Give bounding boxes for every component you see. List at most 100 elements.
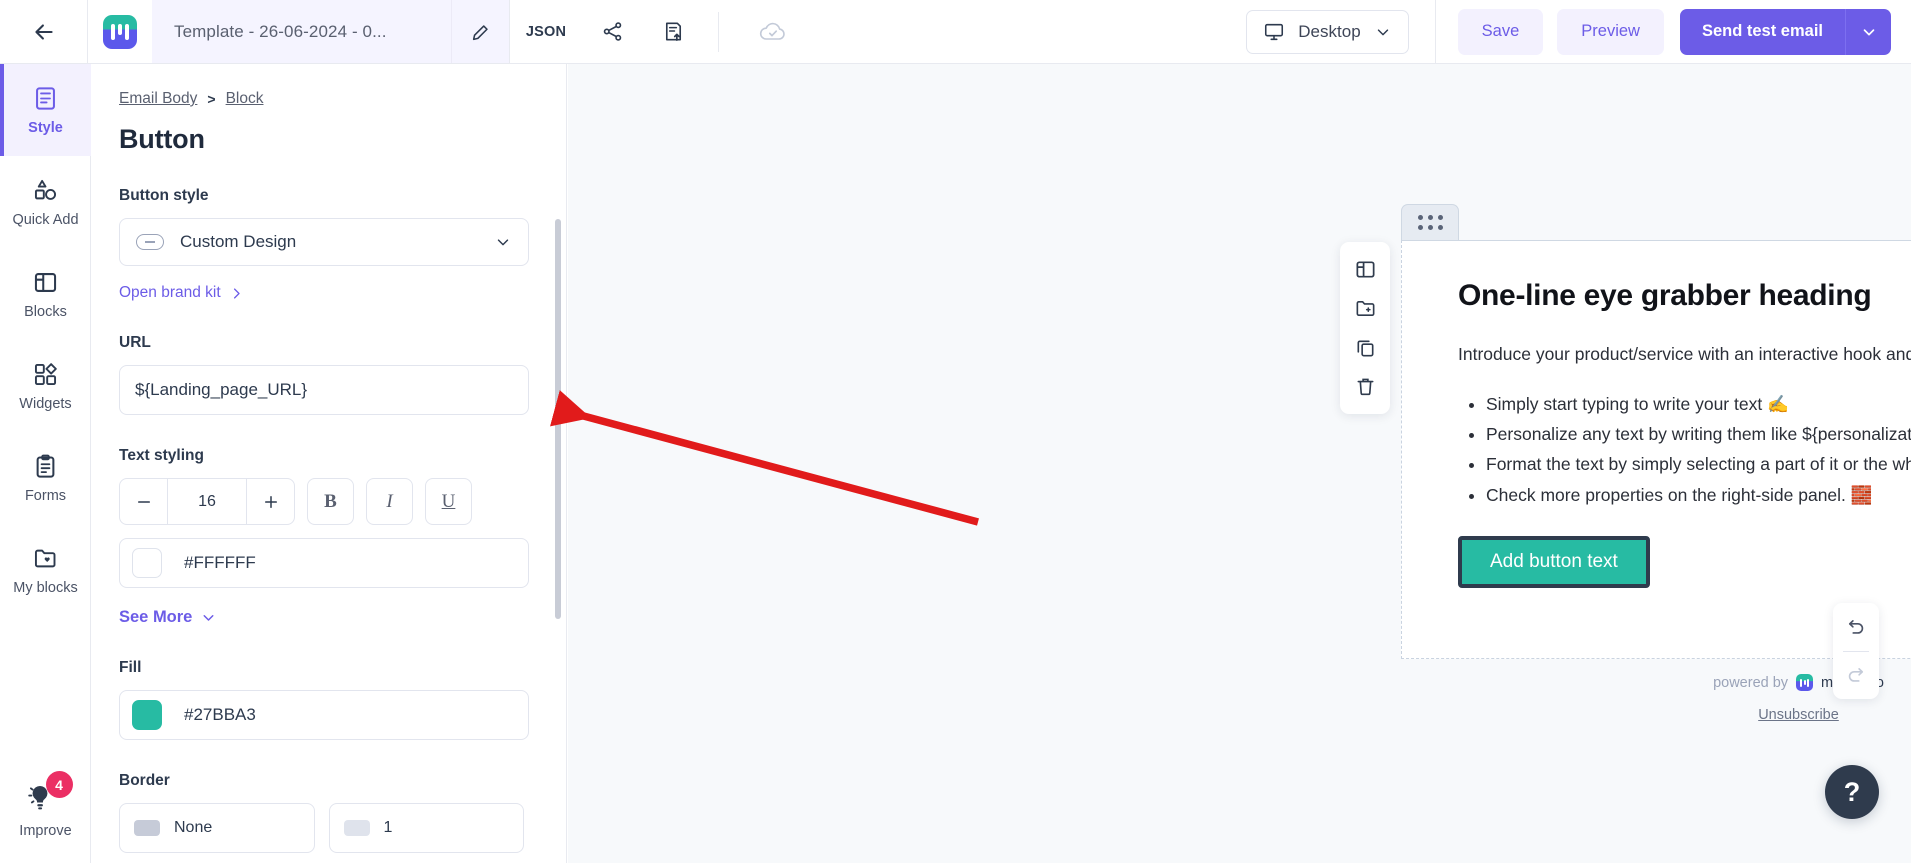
device-preview-select[interactable]: Desktop	[1246, 9, 1409, 54]
breadcrumb-block[interactable]: Block	[226, 90, 264, 108]
save-block-tool-button[interactable]	[1343, 289, 1387, 328]
sidebar-item-style[interactable]: Style	[0, 64, 91, 156]
redo-icon	[1848, 668, 1864, 682]
border-style-value: None	[174, 819, 213, 836]
widgets-grid-icon	[34, 362, 57, 385]
see-more-label: See More	[119, 608, 193, 626]
list-item[interactable]: Simply start typing to write your text ✍…	[1486, 389, 1911, 419]
chevron-right-icon	[233, 287, 240, 299]
json-button[interactable]: JSON	[510, 0, 582, 63]
list-item[interactable]: Format the text by simply selecting a pa…	[1486, 449, 1911, 479]
text-styling-controls: 16 B I U	[119, 478, 524, 525]
open-brand-kit-link[interactable]: Open brand kit	[119, 284, 524, 302]
undo-icon	[1848, 620, 1864, 634]
template-title: Template - 26-06-2024 - 0...	[174, 21, 387, 41]
block-drag-handle[interactable]	[1401, 204, 1459, 240]
sidebar-item-label: Forms	[24, 487, 67, 504]
unsubscribe-link[interactable]: Unsubscribe	[1758, 707, 1839, 723]
email-template-editor: Template - 26-06-2024 - 0... JSON Deskto…	[0, 0, 1911, 863]
mailmodo-logo[interactable]	[88, 0, 152, 63]
duplicate-tool-button[interactable]	[1343, 328, 1387, 367]
font-size-increase-button[interactable]	[246, 479, 294, 524]
sidebar-item-quick-add[interactable]: Quick Add	[0, 156, 91, 248]
template-title-chip[interactable]: Template - 26-06-2024 - 0...	[152, 0, 452, 63]
list-item[interactable]: Personalize any text by writing them lik…	[1486, 419, 1911, 449]
fill-color-value: #27BBA3	[184, 705, 256, 724]
shapes-icon	[34, 179, 57, 200]
email-paragraph[interactable]: Introduce your product/service with an i…	[1458, 341, 1911, 367]
improve-icon-wrap: 4	[25, 771, 73, 814]
text-styling-label: Text styling	[119, 447, 204, 464]
save-button[interactable]: Save	[1457, 8, 1544, 55]
button-style-select[interactable]: Custom Design	[119, 218, 529, 266]
export-button[interactable]	[642, 0, 704, 63]
see-more-toggle[interactable]: See More	[119, 608, 524, 627]
sidebar-item-label: My blocks	[13, 579, 78, 596]
email-block-card[interactable]: One-line eye grabber heading Introduce y…	[1401, 240, 1911, 659]
layout-icon	[1355, 261, 1375, 278]
text-color-input[interactable]: #FFFFFF	[119, 538, 529, 588]
logo-square	[103, 14, 137, 49]
back-button[interactable]	[0, 0, 88, 63]
border-width-value: 1	[383, 819, 393, 836]
drag-dots-handle	[1417, 215, 1443, 230]
save-to-folder-icon	[1356, 300, 1374, 317]
trash-icon	[1356, 378, 1374, 396]
topbar-actions: Desktop Save Preview Send test email	[1246, 0, 1911, 63]
open-brand-kit-label: Open brand kit	[119, 284, 221, 301]
delete-tool-button[interactable]	[1343, 367, 1387, 406]
fill-color-swatch[interactable]	[132, 700, 162, 730]
border-style-select[interactable]: None	[119, 803, 315, 853]
plus-icon	[264, 495, 277, 508]
text-color-value: #FFFFFF	[184, 553, 256, 572]
redo-button[interactable]	[1833, 652, 1879, 699]
bold-button[interactable]: B	[307, 478, 354, 525]
undo-button[interactable]	[1833, 604, 1879, 651]
url-input[interactable]: ${Landing_page_URL}	[119, 365, 529, 415]
logo-bars-icon	[111, 23, 129, 40]
fill-label: Fill	[119, 659, 142, 676]
text-color-swatch[interactable]	[132, 548, 162, 578]
export-document-icon	[665, 22, 681, 41]
italic-button[interactable]: I	[366, 478, 413, 525]
send-test-email-button[interactable]: Send test email	[1679, 8, 1845, 55]
folder-heart-icon	[34, 549, 56, 567]
breadcrumb-email-body[interactable]: Email Body	[119, 90, 197, 108]
border-controls: None 1	[119, 803, 524, 853]
list-item[interactable]: Check more properties on the right-side …	[1486, 480, 1911, 510]
actions-divider	[1434, 0, 1436, 63]
sidebar-item-my-blocks[interactable]: My blocks	[0, 524, 91, 616]
email-bullet-list[interactable]: Simply start typing to write your text ✍…	[1458, 389, 1911, 509]
font-size-decrease-button[interactable]	[120, 479, 168, 524]
top-toolbar: Template - 26-06-2024 - 0... JSON Deskto…	[0, 0, 1911, 64]
layout-tool-button[interactable]	[1343, 250, 1387, 289]
font-size-value[interactable]: 16	[168, 493, 246, 511]
device-label: Desktop	[1298, 21, 1361, 41]
email-cta-button[interactable]: Add button text	[1458, 535, 1650, 588]
breadcrumb: Email Body > Block	[119, 90, 524, 108]
style-document-icon	[36, 86, 55, 110]
autosave-status	[747, 0, 799, 63]
border-width-swatch	[343, 820, 370, 836]
sidebar-item-blocks[interactable]: Blocks	[0, 248, 91, 340]
sidebar-item-improve[interactable]: 4 Improve	[0, 771, 91, 839]
panel-scrollbar[interactable]	[555, 219, 561, 619]
sidebar-item-widgets[interactable]: Widgets	[0, 340, 91, 432]
help-button[interactable]: ?	[1825, 765, 1879, 819]
chevron-down-icon	[497, 239, 509, 246]
underline-button[interactable]: U	[425, 478, 472, 525]
email-heading[interactable]: One-line eye grabber heading	[1458, 279, 1911, 313]
arrow-left-icon	[34, 23, 53, 40]
fill-color-input[interactable]: #27BBA3	[119, 690, 529, 740]
url-label: URL	[119, 334, 151, 351]
preview-button[interactable]: Preview	[1557, 8, 1664, 55]
minus-icon	[137, 500, 150, 503]
sidebar-item-forms[interactable]: Forms	[0, 432, 91, 524]
share-icon	[603, 22, 621, 41]
send-test-email-caret-button[interactable]	[1845, 8, 1891, 55]
block-tools-toolbar	[1340, 242, 1390, 414]
border-width-select[interactable]: 1	[328, 803, 524, 853]
sidebar-item-label: Improve	[19, 823, 72, 839]
rename-template-button[interactable]	[452, 0, 510, 63]
share-button[interactable]	[582, 0, 642, 63]
